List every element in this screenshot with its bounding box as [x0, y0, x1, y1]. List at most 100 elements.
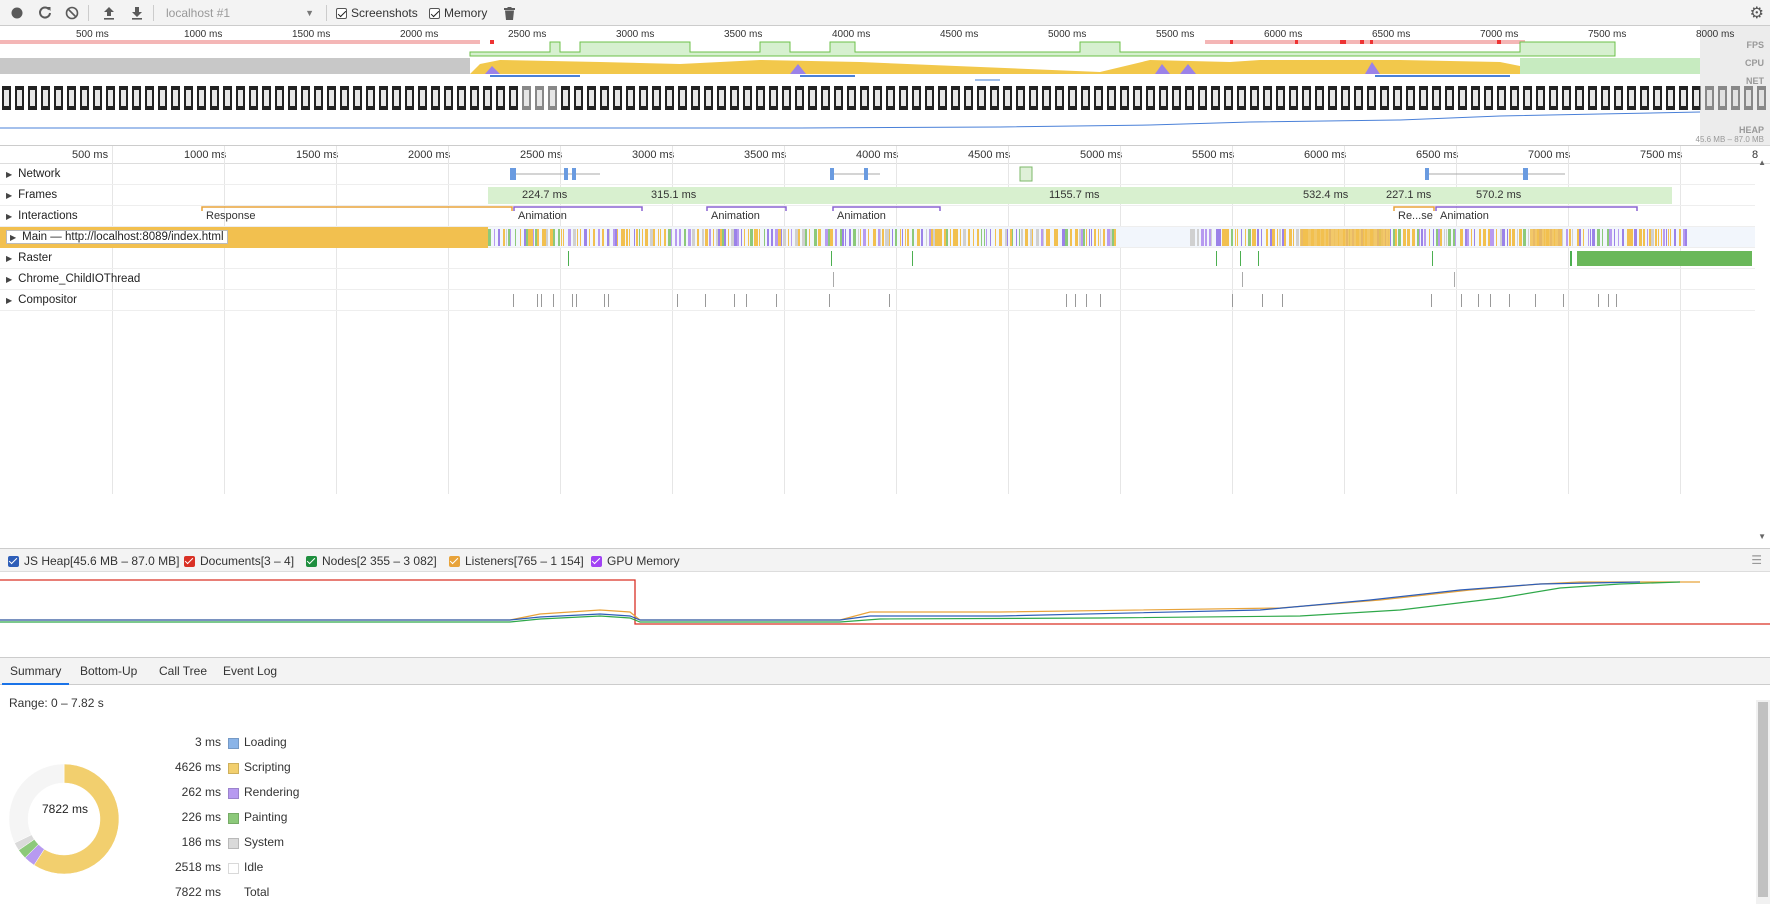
- ruler-tick-label: 2000 ms: [408, 149, 451, 161]
- expand-triangle-icon[interactable]: ▶: [6, 275, 12, 284]
- interaction-label: Animation: [1440, 210, 1489, 222]
- track-interactions-label: Interactions: [18, 210, 78, 222]
- clear-icon[interactable]: [63, 4, 81, 22]
- gear-icon[interactable]: ⚙: [1750, 3, 1764, 23]
- overview-tick-label: 3500 ms: [724, 29, 763, 40]
- expand-triangle-icon[interactable]: ▶: [6, 170, 12, 179]
- summary-swatch: [228, 813, 239, 824]
- summary-row-value: 226 ms: [181, 810, 221, 824]
- documents-checkbox[interactable]: Documents[3 – 4]: [184, 554, 294, 568]
- summary-row: 2518 ms Idle: [0, 860, 400, 880]
- ruler-tick-label: 500 ms: [72, 149, 109, 161]
- checkbox-icon: [449, 555, 460, 567]
- checkbox-icon: [8, 555, 19, 567]
- scrollbar-thumb[interactable]: [1758, 702, 1768, 897]
- checkbox-icon: [591, 555, 602, 567]
- expand-triangle-icon[interactable]: ▶: [6, 191, 12, 200]
- documents-label: Documents[3 – 4]: [200, 554, 295, 568]
- summary-swatch: [228, 738, 239, 749]
- fps-label: FPS: [1746, 40, 1764, 50]
- track-childio[interactable]: ▶ Chrome_ChildIOThread: [0, 269, 1755, 290]
- overview-tick-label: 2500 ms: [508, 29, 547, 40]
- record-icon[interactable]: [8, 4, 26, 22]
- summary-row-value: 4626 ms: [174, 760, 221, 774]
- memory-checkbox[interactable]: Memory: [429, 5, 487, 21]
- ruler-tick-label: 4000 ms: [856, 149, 899, 161]
- screenshots-checkbox[interactable]: Screenshots: [336, 5, 418, 21]
- summary-row: 262 ms Rendering: [0, 785, 400, 805]
- overview-tick-label: 7500 ms: [1588, 29, 1627, 40]
- timeline-overview[interactable]: 500 ms 1000 ms 1500 ms 2000 ms 2500 ms 3000 m…: [0, 26, 1770, 146]
- expand-triangle-icon[interactable]: ▶: [10, 233, 16, 242]
- track-interactions[interactable]: ▶ Interactions Response Animation Animati…: [0, 206, 1755, 227]
- expand-triangle-icon[interactable]: ▶: [6, 296, 12, 305]
- overview-tick-label: 4500 ms: [940, 29, 979, 40]
- toolbar: localhost #1 ▼ Screenshots Memory ⚙: [0, 0, 1770, 26]
- track-frames[interactable]: ▶ Frames 224.7 ms 315.1 ms 1155.7 ms 532.…: [0, 185, 1755, 206]
- reload-icon[interactable]: [36, 4, 54, 22]
- track-main-label: Main — http://localhost:8089/index.html: [22, 231, 224, 243]
- summary-row-label: Loading: [244, 735, 287, 749]
- ruler-tick-label: 5000 ms: [1080, 149, 1123, 161]
- scroll-down-icon[interactable]: ▼: [1758, 532, 1766, 541]
- ruler-tick-label: 1000 ms: [184, 149, 227, 161]
- summary-row: 226 ms Painting: [0, 810, 400, 830]
- ruler-tick-label: 6500 ms: [1416, 149, 1459, 161]
- target-select[interactable]: localhost #1 ▼: [160, 3, 320, 23]
- tab-summary[interactable]: Summary: [2, 658, 70, 685]
- track-network-label: Network: [18, 168, 61, 180]
- track-childio-label: Chrome_ChildIOThread: [18, 273, 141, 285]
- menu-icon[interactable]: ☰: [1751, 553, 1762, 567]
- overview-tick-label: 500 ms: [76, 29, 109, 40]
- target-select-value: localhost #1: [166, 6, 231, 20]
- checkbox-icon: [429, 7, 440, 19]
- track-raster-label: Raster: [18, 252, 53, 264]
- summary-row-label: Rendering: [244, 785, 300, 799]
- trash-icon[interactable]: [500, 4, 518, 22]
- ruler-tick-label: 7500 ms: [1640, 149, 1683, 161]
- track-raster[interactable]: ▶ Raster: [0, 248, 1755, 269]
- memory-label: Memory: [444, 6, 488, 20]
- expand-triangle-icon[interactable]: ▶: [6, 212, 12, 221]
- checkbox-icon: [184, 555, 195, 567]
- summary-row-value: 7822 ms: [174, 885, 221, 899]
- gpu-memory-checkbox[interactable]: GPU Memory: [591, 554, 680, 568]
- summary-row: 7822 ms Total: [0, 885, 400, 904]
- nodes-label: Nodes[2 355 – 3 082]: [322, 554, 437, 568]
- listeners-checkbox[interactable]: Listeners[765 – 1 154]: [449, 554, 584, 568]
- tab-call-tree[interactable]: Call Tree: [151, 658, 215, 685]
- track-compositor[interactable]: ▶ Compositor: [0, 290, 1755, 311]
- expand-triangle-icon[interactable]: ▶: [6, 254, 12, 263]
- overview-tick-label: 7000 ms: [1480, 29, 1519, 40]
- overview-tick-label: 5500 ms: [1156, 29, 1195, 40]
- ruler-tick-label: 4500 ms: [968, 149, 1011, 161]
- heap-range-label: 45.6 MB – 87.0 MB: [1695, 135, 1764, 144]
- summary-swatch: [228, 863, 239, 874]
- interaction-label: Animation: [837, 210, 886, 222]
- tab-event-log[interactable]: Event Log: [215, 658, 285, 685]
- download-icon[interactable]: [128, 4, 146, 22]
- ruler-tick-label: 3500 ms: [744, 149, 787, 161]
- heap-label: HEAP: [1738, 125, 1764, 135]
- overview-tick-label: 1000 ms: [184, 29, 223, 40]
- detail-tabs: Summary Bottom-Up Call Tree Event Log: [0, 658, 1770, 685]
- memory-chart: [0, 572, 1770, 658]
- track-frames-label: Frames: [18, 189, 58, 201]
- js-heap-checkbox[interactable]: JS Heap[45.6 MB – 87.0 MB]: [8, 554, 179, 568]
- track-network[interactable]: ▶ Network: [0, 164, 1755, 185]
- summary-row: 3 ms Loading: [0, 735, 400, 755]
- summary-row-label: Idle: [244, 860, 264, 874]
- nodes-checkbox[interactable]: Nodes[2 355 – 3 082]: [306, 554, 437, 568]
- summary-row-label: Total: [244, 885, 270, 899]
- interaction-label: Re...se: [1398, 210, 1433, 222]
- upload-icon[interactable]: [100, 4, 118, 22]
- tab-bottom-up[interactable]: Bottom-Up: [72, 658, 145, 685]
- frame-duration: 570.2 ms: [1476, 189, 1522, 201]
- summary-panel: Range: 0 – 7.82 s 7822 ms 3 ms Loading 462…: [0, 685, 1750, 904]
- ruler-tick-label: 1500 ms: [296, 149, 339, 161]
- summary-row-label: System: [244, 835, 285, 849]
- overview-tick-label: 5000 ms: [1048, 29, 1087, 40]
- track-main[interactable]: ▶ Main — http://localhost:8089/index.html: [0, 227, 1755, 248]
- scroll-up-icon[interactable]: ▲: [1758, 158, 1766, 167]
- overview-tick-label: 1500 ms: [292, 29, 331, 40]
